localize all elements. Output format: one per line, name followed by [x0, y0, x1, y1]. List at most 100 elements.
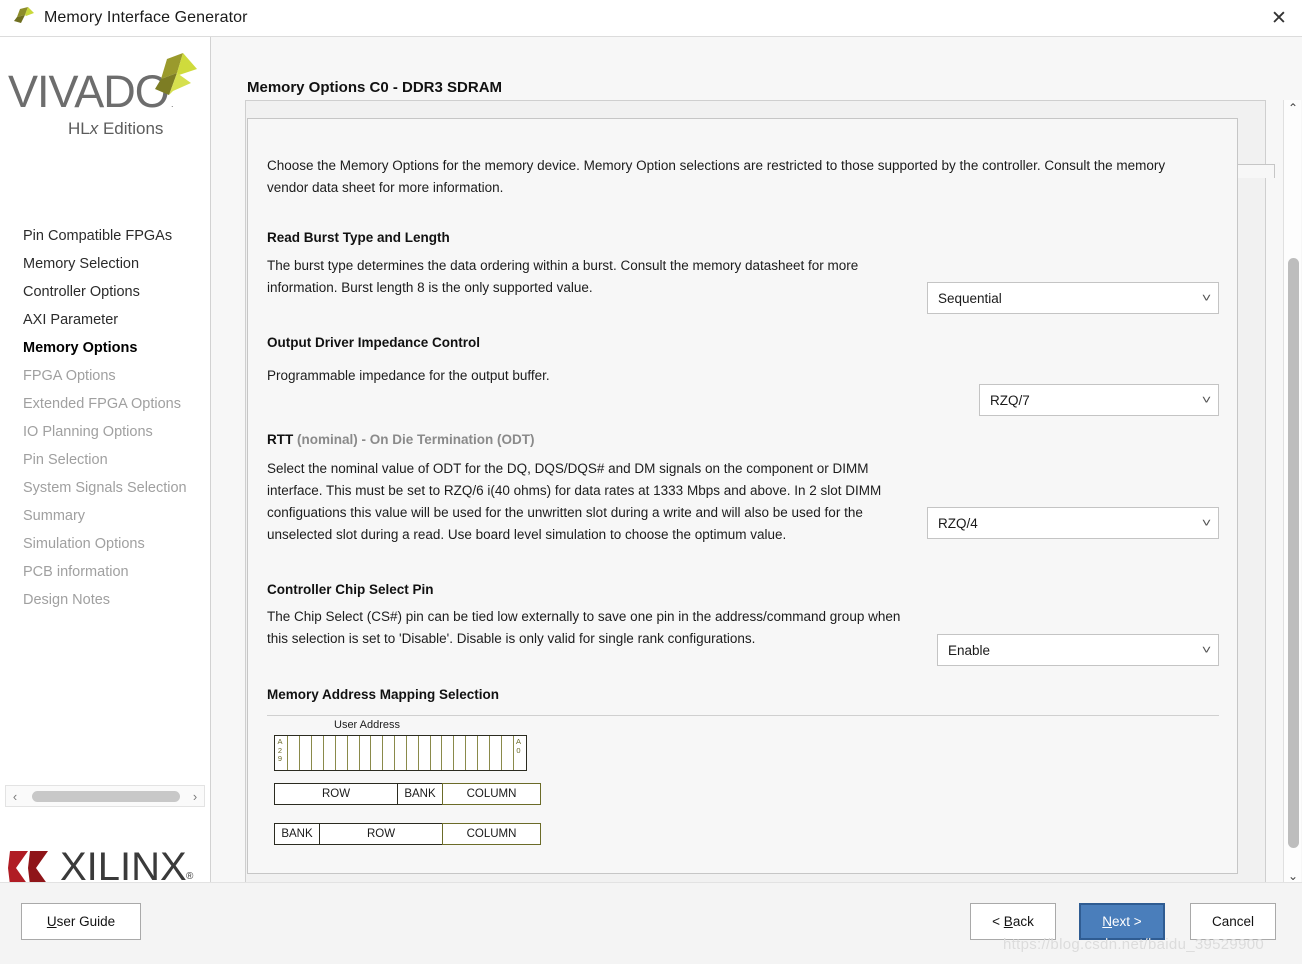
- watermark-text: https://blog.csdn.net/baidu_39529900: [1003, 936, 1265, 953]
- address-cell: [442, 736, 455, 770]
- address-cell: [502, 736, 514, 770]
- scrollbar-thumb[interactable]: [1288, 258, 1299, 848]
- user-guide-label: ser Guide: [56, 914, 116, 929]
- page-title: Memory Options C0 - DDR3 SDRAM: [247, 79, 503, 96]
- next-mnemonic: N: [1102, 914, 1113, 929]
- rtt-heading: RTT (nominal) - On Die Termination (ODT): [267, 432, 535, 447]
- address-cell-lsb: A0: [514, 736, 526, 770]
- sidebar-item-io-planning-options: IO Planning Options: [23, 424, 153, 440]
- sidebar-item-axi-parameter[interactable]: AXI Parameter: [0, 306, 211, 334]
- address-cell: [348, 736, 360, 770]
- scrollbar-track[interactable]: [24, 790, 186, 802]
- back-button[interactable]: < Back: [970, 903, 1056, 940]
- xilinx-registered: ®: [186, 871, 194, 882]
- sidebar-item-controller-options[interactable]: Controller Options: [0, 278, 211, 306]
- scroll-left-icon[interactable]: ‹: [6, 789, 24, 804]
- address-cell: [360, 736, 372, 770]
- sidebar-item-system-signals-selection: System Signals Selection: [23, 480, 187, 496]
- read-burst-type-value: Sequential: [938, 290, 1002, 306]
- address-cell: [419, 736, 431, 770]
- back-prefix: <: [992, 914, 1004, 929]
- rtt-description: Select the nominal value of ODT for the …: [267, 461, 882, 542]
- sidebar-item-simulation-options: Simulation Options: [23, 536, 145, 552]
- sidebar: VIVADO . HLx Editions Pin Compatible FPG…: [0, 37, 211, 889]
- window-title: Memory Interface Generator: [44, 9, 248, 26]
- mapping-segment-row: ROW: [319, 823, 443, 845]
- address-cell: [371, 736, 384, 770]
- address-mapping-divider: [267, 715, 1219, 716]
- address-cell: [454, 736, 467, 770]
- sidebar-item-memory-selection[interactable]: Memory Selection: [0, 250, 211, 278]
- chip-select-pin-value: Enable: [948, 642, 991, 658]
- mapping-row-row-bank-column[interactable]: ROW BANK COLUMN: [274, 783, 541, 805]
- sidebar-horizontal-scrollbar[interactable]: ‹ ›: [5, 785, 205, 807]
- scroll-right-icon[interactable]: ›: [186, 789, 204, 804]
- panel-intro-text: Choose the Memory Options for the memory…: [267, 158, 1166, 195]
- chip-select-pin-dropdown[interactable]: Enable ˅: [937, 634, 1219, 666]
- mig-wizard-window: Memory Interface Generator ✕ VIVADO . HL…: [0, 0, 1302, 964]
- address-mapping-heading: Memory Address Mapping Selection: [267, 687, 500, 702]
- close-icon[interactable]: ✕: [1256, 0, 1302, 36]
- address-cell: [383, 736, 396, 770]
- back-mnemonic: B: [1003, 914, 1013, 929]
- read-burst-description: The burst type determines the data order…: [267, 258, 859, 295]
- vivado-subtitle-pre: HL: [68, 119, 90, 138]
- vivado-mark-icon: [143, 53, 199, 109]
- rtt-heading-bold: RTT: [267, 432, 294, 447]
- user-guide-button[interactable]: User Guide: [21, 903, 141, 940]
- address-cell: [300, 736, 313, 770]
- sidebar-item-pcb-information: PCB information: [23, 564, 129, 580]
- address-cell: [312, 736, 324, 770]
- chevron-down-icon: ˅: [1201, 291, 1212, 305]
- sidebar-item-summary: Summary: [23, 508, 86, 524]
- address-cell: [288, 736, 301, 770]
- address-cell: [324, 736, 336, 770]
- mapping-segment-row: ROW: [274, 783, 398, 805]
- sidebar-item-memory-options[interactable]: Memory Options: [0, 334, 211, 362]
- address-msb-label: A29: [277, 737, 283, 763]
- scrollbar-thumb[interactable]: [32, 790, 180, 802]
- read-burst-heading: Read Burst Type and Length: [267, 230, 450, 245]
- output-driver-impedance-value: RZQ/7: [990, 392, 1030, 408]
- chip-select-heading: Controller Chip Select Pin: [267, 582, 434, 597]
- sidebar-item-pin-compatible-fpgas[interactable]: Pin Compatible FPGAs: [0, 222, 211, 250]
- next-label: ext >: [1112, 914, 1142, 929]
- output-driver-impedance-dropdown[interactable]: RZQ/7 ˅: [979, 384, 1219, 416]
- mapping-row-bank-row-column[interactable]: BANK ROW COLUMN: [274, 823, 541, 845]
- output-driver-heading: Output Driver Impedance Control: [267, 335, 481, 350]
- title-bar: Memory Interface Generator ✕: [0, 0, 1302, 37]
- address-mapping-diagram: User Address A29 A 0 ROW BANK COLUMN BAN…: [267, 719, 827, 849]
- sidebar-item-extended-fpga-options: Extended FPGA Options: [23, 396, 181, 412]
- sidebar-item-fpga-options: FPGA Options: [23, 368, 116, 384]
- sidebar-nav: Pin Compatible FPGAs Memory Selection Co…: [0, 222, 211, 614]
- read-burst-type-dropdown[interactable]: Sequential ˅: [927, 282, 1219, 314]
- address-cell: [336, 736, 348, 770]
- address-cell: [466, 736, 478, 770]
- cancel-button[interactable]: Cancel: [1190, 903, 1276, 940]
- cancel-label: Cancel: [1211, 914, 1255, 929]
- address-cell-msb: A29: [275, 736, 289, 770]
- back-label: ack: [1012, 914, 1034, 929]
- address-cell: [478, 736, 490, 770]
- chevron-down-icon: ˅: [1201, 393, 1212, 407]
- address-lsb-label: A0: [515, 737, 521, 755]
- sidebar-item-pin-selection: Pin Selection: [23, 452, 108, 468]
- mapping-segment-bank: BANK: [274, 823, 320, 845]
- address-cell: [431, 736, 443, 770]
- vivado-logo: VIVADO . HLx Editions: [5, 53, 205, 145]
- sidebar-item-design-notes: Design Notes: [23, 592, 111, 608]
- address-cell: [395, 736, 407, 770]
- user-address-bar: A29 A 0: [274, 735, 527, 771]
- panel-vertical-scrollbar[interactable]: ⌃ ⌄: [1283, 100, 1301, 885]
- chevron-down-icon: ˅: [1201, 516, 1212, 530]
- rtt-nominal-dropdown[interactable]: RZQ/4 ˅: [927, 507, 1219, 539]
- next-button[interactable]: Next >: [1079, 903, 1165, 940]
- vivado-subtitle-italic: x: [89, 119, 99, 138]
- rtt-nominal-value: RZQ/4: [938, 515, 978, 531]
- user-address-label: User Address: [334, 719, 401, 731]
- vivado-subtitle-post: Editions: [98, 119, 164, 138]
- main-content: Memory Options C0 - DDR3 SDRAM .... Choo…: [211, 37, 1302, 885]
- scroll-up-icon[interactable]: ⌃: [1284, 100, 1302, 117]
- mapping-segment-column: COLUMN: [442, 823, 541, 845]
- chevron-down-icon: ˅: [1201, 643, 1212, 657]
